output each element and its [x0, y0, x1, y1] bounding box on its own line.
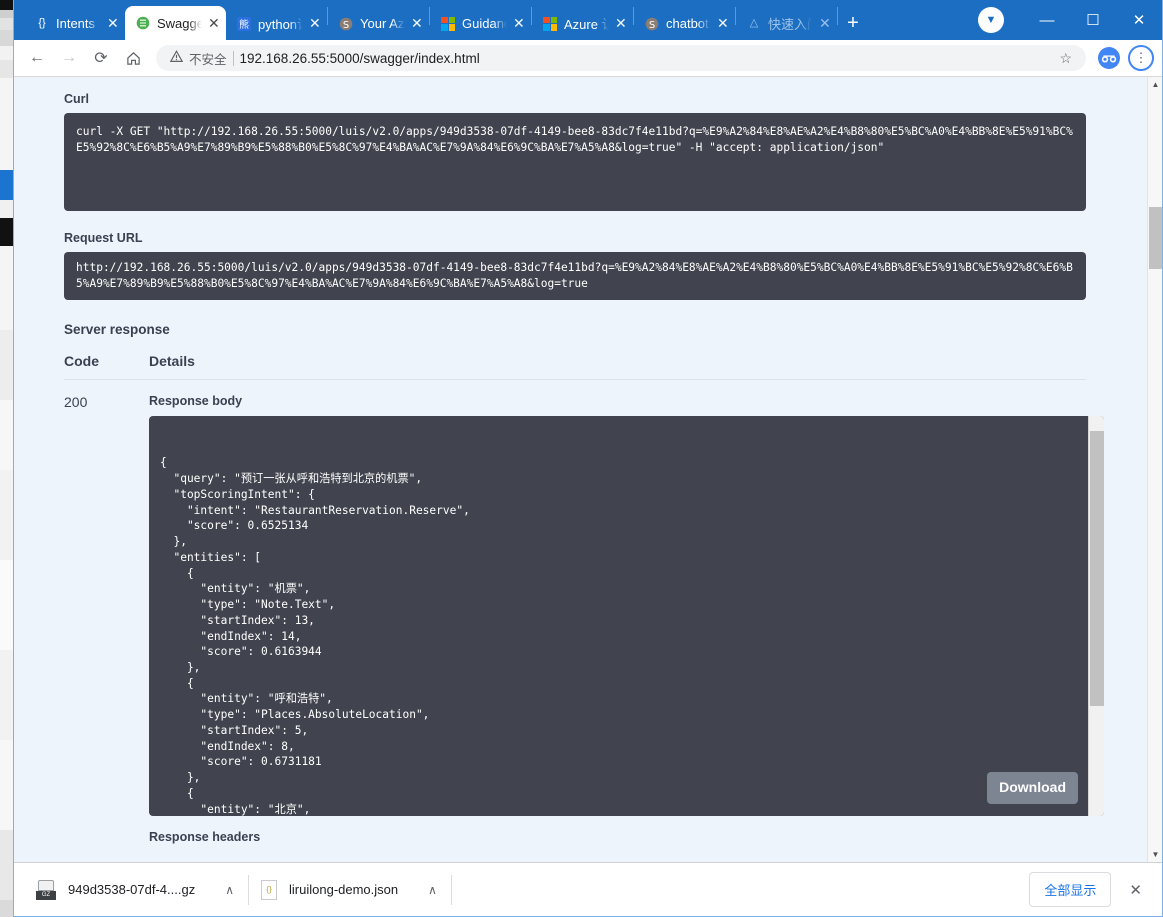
download-button[interactable]: Download	[987, 772, 1078, 804]
close-icon[interactable]: ✕	[615, 15, 627, 32]
gz-archive-icon: GZ	[36, 879, 56, 900]
close-icon[interactable]: ✕	[513, 15, 525, 32]
download-filename: 949d3538-07df-4....gz	[68, 882, 196, 897]
request-url-code-block[interactable]: http://192.168.26.55:5000/luis/v2.0/apps…	[64, 252, 1086, 300]
curl-section: Curl curl -X GET "http://192.168.26.55:5…	[14, 92, 1136, 211]
tab-swagger[interactable]: Swagge ✕	[125, 6, 226, 40]
tab-quickstart[interactable]: △ 快速入门 ✕	[736, 7, 837, 40]
close-icon[interactable]: ✕	[107, 15, 119, 32]
chrome-browser-window: {} Intents ✕ Swagge ✕ 熊 python详 ✕ S Your…	[13, 0, 1163, 917]
baidu-icon: 熊	[236, 16, 252, 32]
response-body-scrollbar[interactable]: ▲	[1088, 416, 1104, 816]
tab-label: chatbot	[666, 16, 709, 31]
response-details: Response body { "query": "预订一张从呼和浩特到北京的机…	[149, 394, 1136, 816]
close-icon[interactable]: ✕	[819, 15, 831, 32]
svg-text:熊: 熊	[239, 18, 249, 31]
column-header-code: Code	[64, 353, 99, 369]
swagger-page: Curl curl -X GET "http://192.168.26.55:5…	[14, 77, 1136, 862]
tab-label: Swagge	[157, 15, 202, 31]
tab-your-azure[interactable]: S Your Az ✕	[328, 7, 429, 40]
address-bar[interactable]: 不安全 192.168.26.55:5000/swagger/index.htm…	[156, 45, 1086, 71]
tab-guidance[interactable]: Guidanc ✕	[430, 7, 531, 40]
security-status-text: 不安全	[189, 52, 227, 67]
scroll-up-arrow-icon[interactable]: ▲	[1148, 77, 1162, 92]
server-response-title: Server response	[64, 322, 170, 337]
braces-icon: {}	[38, 17, 46, 29]
column-header-details: Details	[149, 353, 195, 369]
close-icon[interactable]: ✕	[717, 15, 729, 32]
tab-label: Your Az	[360, 16, 405, 31]
response-body-json: { "query": "预订一张从呼和浩特到北京的机票", "topScorin…	[160, 456, 470, 816]
new-tab-button[interactable]: +	[838, 12, 868, 35]
microsoft-icon	[440, 16, 456, 32]
maximize-button[interactable]: ☐	[1070, 4, 1116, 36]
scroll-down-arrow-icon[interactable]: ▼	[1148, 847, 1162, 862]
request-url-section: Request URL http://192.168.26.55:5000/lu…	[14, 231, 1136, 300]
tab-label: Azure 认	[564, 17, 609, 32]
chevron-up-icon[interactable]: ∧	[207, 883, 234, 897]
scrollbar-thumb[interactable]	[1090, 431, 1104, 706]
tab-azure-cert[interactable]: Azure 认 ✕	[532, 7, 633, 40]
response-table-header: Code Details	[64, 353, 1136, 369]
close-icon[interactable]: ✕	[309, 15, 321, 32]
response-table-row: 200 Response body { "query": "预订一张从呼和浩特到…	[64, 394, 1136, 816]
chevron-up-icon[interactable]: ∧	[410, 883, 437, 897]
table-divider	[64, 379, 1086, 380]
home-button[interactable]	[118, 43, 148, 73]
request-url-label: Request URL	[64, 231, 143, 245]
tab-python[interactable]: 熊 python详 ✕	[226, 7, 327, 40]
tab-label: Intents	[56, 16, 96, 31]
tab-label: Guidanc	[462, 16, 507, 31]
back-button[interactable]: ←	[22, 43, 52, 73]
response-body-label: Response body	[149, 394, 243, 408]
three-dots-icon[interactable]: ⋮	[1128, 45, 1154, 71]
tab-intents[interactable]: {} Intents ✕	[24, 7, 125, 40]
shelf-separator	[450, 874, 452, 905]
tab-strip: {} Intents ✕ Swagge ✕ 熊 python详 ✕ S Your…	[14, 0, 1162, 40]
forward-button[interactable]: →	[54, 43, 84, 73]
extension-icon[interactable]	[1098, 47, 1120, 69]
downloads-shelf: GZ 949d3538-07df-4....gz ∧ {} liruilong-…	[14, 862, 1162, 916]
download-item-json[interactable]: {} liruilong-demo.json ∧	[249, 863, 451, 917]
status-code: 200	[64, 394, 88, 410]
svg-text:S: S	[649, 20, 655, 31]
close-icon[interactable]: ✕	[411, 15, 423, 32]
close-shelf-button[interactable]: ✕	[1125, 881, 1146, 899]
azure-s-icon: S	[644, 16, 660, 32]
json-file-icon: {}	[261, 879, 278, 900]
star-icon[interactable]: ☆	[1059, 50, 1078, 67]
url-text: 192.168.26.55:5000/swagger/index.html	[239, 50, 480, 66]
swagger-icon	[135, 15, 151, 31]
generic-icon: △	[749, 17, 759, 29]
svg-text:S: S	[343, 20, 349, 31]
download-item-gz[interactable]: GZ 949d3538-07df-4....gz ∧	[24, 863, 248, 917]
shelf-actions: 全部显示 ✕	[1029, 872, 1152, 907]
download-filename: liruilong-demo.json	[289, 882, 399, 897]
close-window-button[interactable]: ✕	[1116, 4, 1162, 36]
response-headers-label: Response headers	[149, 830, 261, 844]
curl-label: Curl	[64, 92, 89, 106]
warning-triangle-icon	[169, 50, 184, 66]
close-icon[interactable]: ✕	[208, 15, 220, 32]
omnibox-divider	[232, 50, 234, 66]
profile-avatar-icon[interactable]: ▼	[978, 7, 1004, 33]
minimize-button[interactable]: —	[1024, 4, 1070, 36]
page-viewport: Curl curl -X GET "http://192.168.26.55:5…	[14, 77, 1162, 862]
page-scrollbar[interactable]: ▲ ▼	[1147, 77, 1162, 862]
browser-toolbar: ← → ⟳ 不安全 192.168.26.55:5000/swagger/ind…	[14, 40, 1162, 77]
tab-label: 快速入门	[768, 17, 813, 32]
reload-button[interactable]: ⟳	[86, 43, 116, 73]
response-body-code-block[interactable]: { "query": "预订一张从呼和浩特到北京的机票", "topScorin…	[149, 416, 1104, 816]
window-controls: ▼ — ☐ ✕	[978, 0, 1162, 40]
scrollbar-thumb[interactable]	[1149, 207, 1162, 269]
tab-chatbot[interactable]: S chatbot ✕	[634, 7, 735, 40]
tab-label: python详	[258, 17, 303, 32]
curl-code-block[interactable]: curl -X GET "http://192.168.26.55:5000/l…	[64, 113, 1086, 211]
microsoft-icon	[542, 16, 558, 32]
show-all-downloads-button[interactable]: 全部显示	[1029, 872, 1112, 907]
azure-s-icon: S	[338, 16, 354, 32]
